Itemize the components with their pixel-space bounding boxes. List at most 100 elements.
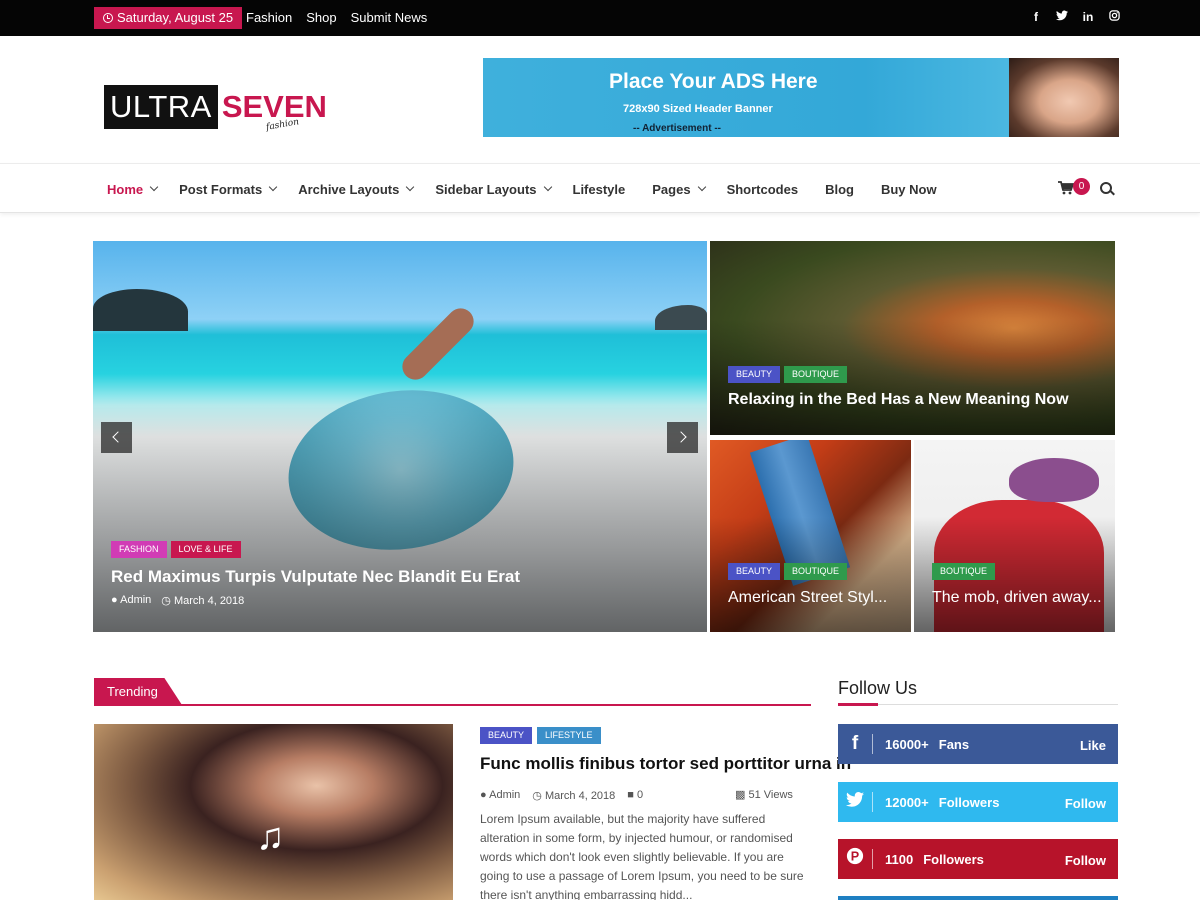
post-date: March 4, 2018 <box>544 790 616 802</box>
music-note-icon: ♫ <box>256 816 285 858</box>
author-meta: ● Admin <box>111 594 151 607</box>
author-name[interactable]: Admin <box>489 789 520 801</box>
chevron-down-icon <box>406 182 415 192</box>
tag-beauty[interactable]: BEAUTY <box>728 563 781 580</box>
hero-main-tags: FASHION LOVE & LIFE <box>111 541 241 558</box>
pinterest-count: 1100 <box>885 851 914 867</box>
site-logo[interactable]: ULTRA SEVEN fashion <box>104 85 327 133</box>
facebook-label: Fans <box>938 736 970 752</box>
cart-count-badge: 0 <box>1073 178 1090 195</box>
tag-beauty[interactable]: BEAUTY <box>728 366 781 383</box>
twitter-follow-button[interactable]: Follow <box>1065 796 1106 811</box>
facebook-icon[interactable]: f <box>1030 10 1042 24</box>
top-links: Fashion Shop Submit News <box>246 10 427 25</box>
author-name[interactable]: Admin <box>120 594 151 606</box>
tag-boutique[interactable]: BOUTIQUE <box>932 563 996 580</box>
arm-image <box>396 302 480 386</box>
hero-card-american-street[interactable]: BEAUTY BOUTIQUE American Street Styl... <box>710 440 911 632</box>
hero-main-title[interactable]: Red Maximus Turpis Vulputate Nec Blandit… <box>111 567 520 587</box>
trending-heading: Trending <box>94 678 182 705</box>
hero-main-slide[interactable]: FASHION LOVE & LIFE Red Maximus Turpis V… <box>93 241 707 632</box>
trending-post-excerpt: Lorem Ipsum available, but the majority … <box>480 812 804 900</box>
date-badge: Saturday, August 25 <box>94 7 243 29</box>
trending-post-tags: BEAUTY LIFESTYLE <box>480 727 601 744</box>
nav-home[interactable]: Home <box>107 182 159 197</box>
tag-lifestyle[interactable]: LIFESTYLE <box>537 727 601 744</box>
twitter-icon[interactable] <box>1056 10 1068 24</box>
separator <box>872 734 873 754</box>
tag-beauty[interactable]: BEAUTY <box>480 727 533 744</box>
twitter-follow-box[interactable]: 12000+ Followers Follow <box>838 782 1118 822</box>
slider-prev-button[interactable] <box>101 422 132 453</box>
next-social-box[interactable] <box>838 896 1118 900</box>
comment-count: 0 <box>637 789 644 801</box>
hero-card-the-mob[interactable]: BOUTIQUE The mob, driven away... <box>914 440 1115 632</box>
pinterest-icon: P <box>838 847 872 871</box>
chevron-down-icon <box>697 182 706 192</box>
trending-divider <box>94 704 811 706</box>
facebook-follow-box[interactable]: f 16000+ Fans Like <box>838 724 1118 764</box>
hero-card-title[interactable]: American Street Styl... <box>728 589 887 607</box>
top-link-fashion[interactable]: Fashion <box>246 10 292 25</box>
user-icon: ● <box>111 594 118 606</box>
ad-model-image <box>1009 58 1119 137</box>
rock-right-image <box>655 305 707 330</box>
tag-boutique[interactable]: BOUTIQUE <box>784 563 848 580</box>
trending-heading-text: Trending <box>107 684 158 699</box>
cart-icon[interactable] <box>1058 181 1074 195</box>
ad-title: Place Your ADS Here <box>609 70 818 93</box>
hero-card-title[interactable]: Relaxing in the Bed Has a New Meaning No… <box>728 391 1069 409</box>
ad-note: -- Advertisement -- <box>633 123 721 134</box>
svg-text:P: P <box>851 850 859 864</box>
search-icon[interactable] <box>1100 182 1112 194</box>
trending-post-meta: ● Admin ◷ March 4, 2018 ■ 0 <box>480 789 643 802</box>
pinterest-follow-button[interactable]: Follow <box>1065 853 1106 868</box>
views-meta: ▩ 51 Views <box>735 788 793 801</box>
header-ad-banner[interactable]: Place Your ADS Here 728x90 Sized Header … <box>483 58 1119 137</box>
tag-fashion[interactable]: FASHION <box>111 541 167 558</box>
pinterest-follow-box[interactable]: P 1100 Followers Follow <box>838 839 1118 879</box>
twitter-label: Followers <box>938 794 1000 810</box>
tag-love-life[interactable]: LOVE & LIFE <box>170 541 241 558</box>
follow-us-heading: Follow Us <box>838 678 918 698</box>
hero-card-relaxing[interactable]: BEAUTY BOUTIQUE Relaxing in the Bed Has … <box>710 241 1115 435</box>
post-date: March 4, 2018 <box>173 595 245 607</box>
instagram-icon[interactable] <box>1108 10 1120 24</box>
top-link-shop[interactable]: Shop <box>306 10 336 25</box>
facebook-like-button[interactable]: Like <box>1080 738 1106 753</box>
chart-icon: ▩ <box>735 789 746 801</box>
nav-blog[interactable]: Blog <box>825 182 854 197</box>
tag-boutique[interactable]: BOUTIQUE <box>784 366 848 383</box>
nav-shortcodes[interactable]: Shortcodes <box>727 182 799 197</box>
trending-post-title[interactable]: Func mollis finibus tortor sed porttitor… <box>480 754 851 774</box>
follow-divider <box>838 703 1118 706</box>
comments-meta[interactable]: ■ 0 <box>627 789 643 802</box>
hero-card-title[interactable]: The mob, driven away... <box>932 589 1102 607</box>
nav-sidebar-layouts[interactable]: Sidebar Layouts <box>435 182 552 197</box>
nav-buy-now[interactable]: Buy Now <box>881 182 937 197</box>
nav-archive-layouts[interactable]: Archive Layouts <box>298 182 415 197</box>
chevron-down-icon <box>268 182 278 192</box>
hero-card-tags: BEAUTY BOUTIQUE <box>728 563 848 580</box>
main-nav: Home Post Formats Archive Layouts Sideba… <box>107 164 959 214</box>
trending-post-image[interactable]: ♫ <box>94 724 453 900</box>
linkedin-icon[interactable]: in <box>1082 10 1094 24</box>
twitter-icon <box>838 791 872 813</box>
rock-left-image <box>93 289 188 331</box>
separator <box>872 792 873 812</box>
top-link-submit-news[interactable]: Submit News <box>351 10 428 25</box>
nav-post-formats[interactable]: Post Formats <box>179 182 278 197</box>
date-meta: ◷ March 4, 2018 <box>532 789 615 802</box>
hero-card-tags: BEAUTY BOUTIQUE <box>728 366 848 383</box>
nav-lifestyle[interactable]: Lifestyle <box>573 182 626 197</box>
hero-card-tags: BOUTIQUE <box>932 563 996 580</box>
slider-next-button[interactable] <box>667 422 698 453</box>
nav-pages[interactable]: Pages <box>652 182 706 197</box>
clock-icon <box>103 13 113 23</box>
main-nav-bar: Home Post Formats Archive Layouts Sideba… <box>0 163 1200 213</box>
hero-main-meta: ● Admin ◷ March 4, 2018 <box>111 594 244 607</box>
logo-ultra: ULTRA <box>104 85 218 129</box>
clock-icon: ◷ <box>532 790 542 802</box>
ad-subtitle: 728x90 Sized Header Banner <box>623 103 773 115</box>
clock-icon: ◷ <box>161 595 171 607</box>
